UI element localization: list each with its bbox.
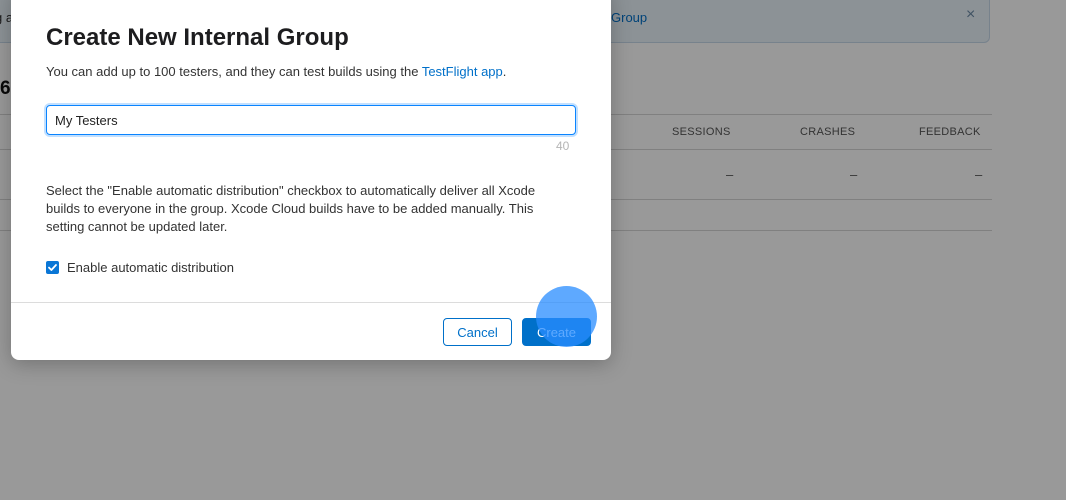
testflight-app-link[interactable]: TestFlight app <box>422 64 503 79</box>
auto-distribution-option[interactable]: Enable automatic distribution <box>46 260 234 275</box>
distribution-description: Select the "Enable automatic distributio… <box>46 183 536 234</box>
create-group-dialog: Create New Internal Group You can add up… <box>11 0 611 360</box>
subtitle-suffix: . <box>502 64 507 79</box>
character-count: 40 <box>556 139 570 153</box>
subtitle-text: You can add up to 100 testers, and they … <box>46 64 422 79</box>
auto-distribution-checkbox[interactable] <box>46 261 59 274</box>
checkmark-icon <box>48 264 57 271</box>
create-button[interactable]: Create <box>522 318 591 346</box>
dialog-title: Create New Internal Group <box>46 24 349 51</box>
dialog-subtitle: You can add up to 100 testers, and they … <box>46 64 506 79</box>
group-name-input[interactable] <box>46 105 576 135</box>
footer-divider <box>11 302 611 303</box>
cancel-button[interactable]: Cancel <box>443 318 512 346</box>
auto-distribution-label[interactable]: Enable automatic distribution <box>67 260 234 275</box>
